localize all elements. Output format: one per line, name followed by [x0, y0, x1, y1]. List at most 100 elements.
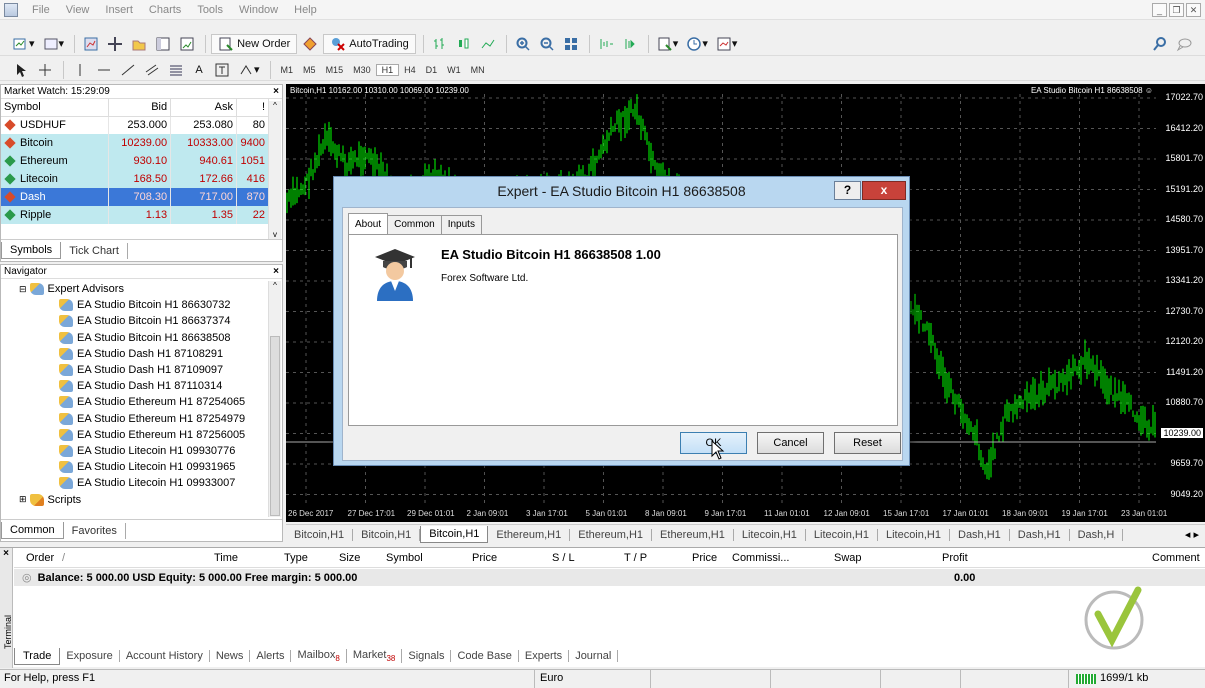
column-symbol[interactable]: Symbol [1, 99, 110, 117]
text-icon[interactable]: A [189, 60, 209, 80]
period-m5[interactable]: M5 [298, 65, 321, 75]
chart-tab[interactable]: Ethereum,H1 [488, 528, 571, 541]
tab-scroll-arrows-icon[interactable]: ◂ ▸ [1185, 528, 1205, 541]
arrows-icon[interactable]: ▾ [235, 60, 263, 80]
column-comment[interactable]: Comment [1152, 552, 1200, 564]
period-d1[interactable]: D1 [421, 65, 443, 75]
reset-button[interactable]: Reset [834, 432, 901, 454]
chart-tab[interactable]: Dash,H [1070, 528, 1124, 541]
chart-tab[interactable]: Ethereum,H1 [570, 528, 653, 541]
restore-icon[interactable]: ❐ [1169, 3, 1184, 17]
column-size[interactable]: Size [339, 552, 360, 564]
chart-tab[interactable]: Litecoin,H1 [806, 528, 878, 541]
period-m30[interactable]: M30 [348, 65, 376, 75]
collapse-icon[interactable]: ⊟ [19, 284, 27, 295]
tab-code-base[interactable]: Code Base [451, 650, 519, 662]
period-h4[interactable]: H4 [399, 65, 421, 75]
column-order[interactable]: Order [26, 552, 54, 564]
candlestick-icon[interactable] [453, 34, 475, 54]
zoom-in-icon[interactable] [512, 34, 534, 54]
table-row[interactable]: Ripple 1.13 1.35 22 [1, 206, 269, 224]
terminal-icon[interactable] [152, 34, 174, 54]
chat-icon[interactable] [1173, 34, 1195, 54]
close-icon[interactable]: × [0, 548, 12, 559]
scroll-thumb[interactable] [270, 336, 280, 516]
tab-mailbox[interactable]: Mailbox8 [291, 648, 347, 664]
market-watch-scrollbar[interactable]: ^ v [268, 101, 281, 239]
periods-clock-icon[interactable]: ▾ [683, 34, 711, 54]
column-sl[interactable]: S / L [552, 552, 575, 564]
column-symbol[interactable]: Symbol [386, 552, 423, 564]
chart-tab[interactable]: Litecoin,H1 [734, 528, 806, 541]
scroll-up-icon[interactable]: ^ [269, 281, 281, 290]
fibonacci-icon[interactable] [165, 60, 187, 80]
menu-view[interactable]: View [58, 4, 98, 16]
tile-windows-icon[interactable] [560, 34, 582, 54]
cursor-icon[interactable] [10, 60, 32, 80]
templates-icon[interactable]: ▾ [713, 34, 741, 54]
tab-alerts[interactable]: Alerts [250, 650, 292, 662]
tab-tick-chart[interactable]: Tick Chart [61, 243, 128, 259]
autoscroll-icon[interactable] [619, 34, 641, 54]
period-mn[interactable]: MN [466, 65, 490, 75]
new-chart-icon[interactable]: ▾ [10, 34, 38, 54]
tree-item-expert[interactable]: EA Studio Litecoin H1 09930776 [1, 443, 266, 459]
column-swap[interactable]: Swap [834, 552, 862, 564]
table-row[interactable]: Bitcoin 10239.00 10333.00 9400 [1, 134, 269, 152]
column-type[interactable]: Type [284, 552, 308, 564]
column-bid[interactable]: Bid [108, 99, 172, 117]
tree-item-expert[interactable]: EA Studio Dash H1 87108291 [1, 346, 266, 362]
table-row[interactable]: Ethereum 930.10 940.61 1051 [1, 152, 269, 170]
expand-icon[interactable]: ⊞ [19, 494, 27, 505]
channel-icon[interactable] [141, 60, 163, 80]
tab-inputs[interactable]: Inputs [440, 215, 482, 235]
zoom-out-icon[interactable] [536, 34, 558, 54]
tree-item-expert[interactable]: EA Studio Ethereum H1 87254065 [1, 394, 266, 410]
close-icon[interactable]: ✕ [1186, 3, 1201, 17]
tab-common[interactable]: Common [387, 215, 442, 235]
tab-signals[interactable]: Signals [402, 650, 452, 662]
column-tp[interactable]: T / P [624, 552, 647, 564]
menu-insert[interactable]: Insert [97, 4, 141, 16]
chart-tab[interactable]: Dash,H1 [950, 528, 1010, 541]
minimize-icon[interactable]: _ [1152, 3, 1167, 17]
text-label-icon[interactable] [211, 60, 233, 80]
chart-tab[interactable]: Bitcoin,H1 [286, 528, 354, 541]
tree-item-expert[interactable]: EA Studio Ethereum H1 87256005 [1, 427, 266, 443]
profiles-icon[interactable]: ▾ [40, 34, 68, 54]
tree-item-expert[interactable]: EA Studio Litecoin H1 09931965 [1, 459, 266, 475]
chart-tab[interactable]: Ethereum,H1 [652, 528, 734, 541]
column-time[interactable]: Time [214, 552, 238, 564]
line-chart-icon[interactable] [477, 34, 499, 54]
tab-favorites[interactable]: Favorites [64, 523, 126, 539]
tree-item-expert[interactable]: EA Studio Ethereum H1 87254979 [1, 411, 266, 427]
navigator-icon[interactable] [128, 34, 150, 54]
tab-news[interactable]: News [210, 650, 251, 662]
autotrading-button[interactable]: AutoTrading [323, 33, 416, 54]
chart-tab[interactable]: Litecoin,H1 [878, 528, 950, 541]
tree-item-expert[interactable]: EA Studio Dash H1 87110314 [1, 378, 266, 394]
horizontal-line-icon[interactable] [93, 60, 115, 80]
period-h1[interactable]: H1 [375, 63, 400, 76]
tree-scripts[interactable]: ⊞ Scripts [1, 491, 266, 507]
cancel-button[interactable]: Cancel [757, 432, 824, 454]
tab-journal[interactable]: Journal [569, 650, 619, 662]
tab-exposure[interactable]: Exposure [60, 650, 120, 662]
column-commission[interactable]: Commissi... [732, 552, 789, 564]
indicators-icon[interactable]: ▾ [654, 34, 682, 54]
menu-window[interactable]: Window [231, 4, 286, 16]
tab-market[interactable]: Market38 [347, 648, 403, 664]
chart-tab[interactable]: Bitcoin,H1 [353, 528, 421, 541]
bar-chart-icon[interactable] [429, 34, 451, 54]
tree-item-expert[interactable]: EA Studio Bitcoin H1 86630732 [1, 297, 266, 313]
balance-row[interactable]: ◎ Balance: 5 000.00 USD Equity: 5 000.00… [14, 569, 1205, 586]
scroll-up-icon[interactable]: ^ [269, 101, 281, 110]
menu-charts[interactable]: Charts [141, 4, 189, 16]
menu-file[interactable]: File [24, 4, 58, 16]
column-price-current[interactable]: Price [692, 552, 717, 564]
period-w1[interactable]: W1 [442, 65, 466, 75]
table-row[interactable]: USDHUF 253.000 253.080 80 [1, 116, 269, 134]
metaeditor-icon[interactable] [299, 34, 321, 54]
tab-trade[interactable]: Trade [14, 647, 61, 665]
tree-item-expert[interactable]: EA Studio Litecoin H1 09933007 [1, 475, 266, 491]
